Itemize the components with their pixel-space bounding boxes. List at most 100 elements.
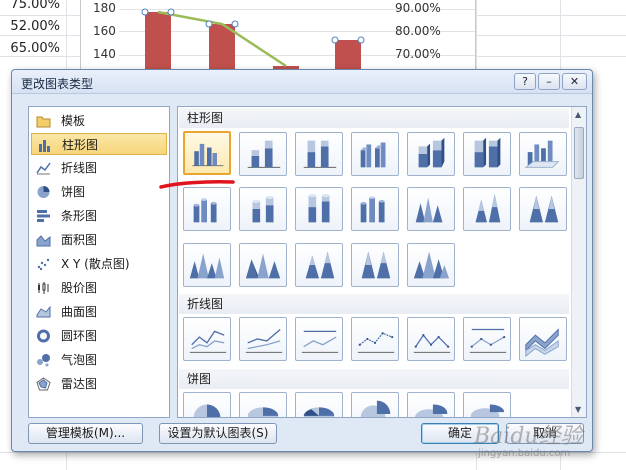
- category-label: 气泡图: [61, 353, 98, 367]
- chart-subtype-3d-stacked-column[interactable]: [407, 132, 455, 176]
- percent-stacked-column-icon: [303, 140, 337, 168]
- dialog-titlebar[interactable]: 更改图表类型 ? – ✕: [12, 70, 592, 94]
- chart-subtype-percent-stacked-cylinder[interactable]: [295, 187, 343, 231]
- stacked-line-with-markers-icon: [413, 334, 451, 353]
- chart-subtype-stacked-cylinder[interactable]: [239, 187, 287, 231]
- scroll-up-icon[interactable]: ▲: [575, 110, 581, 119]
- category-label: 雷达图: [61, 377, 98, 391]
- set-default-chart-button[interactable]: 设置为默认图表(S): [159, 423, 277, 444]
- category-label: 面积图: [61, 233, 98, 247]
- chart-point: [231, 20, 239, 28]
- category-label: 圆环图: [61, 329, 98, 343]
- chart-subtype-percent-stacked-cone[interactable]: [519, 187, 567, 231]
- category-item-area[interactable]: 面积图: [31, 229, 167, 251]
- chart-plot: [141, 8, 365, 70]
- section-heading-column: 柱形图: [179, 108, 569, 128]
- category-label: 柱形图: [62, 138, 99, 152]
- help-button[interactable]: ?: [514, 73, 536, 90]
- chart-point: [141, 8, 149, 16]
- category-item-surface[interactable]: 曲面图: [31, 301, 167, 323]
- chart-subtype-3d-cone[interactable]: [183, 243, 231, 287]
- chart-bar: [145, 12, 171, 70]
- cell-percentage[interactable]: 65.00%: [4, 41, 60, 56]
- 3d-line-icon: [525, 328, 559, 358]
- chart-subtype-exploded-pie[interactable]: [351, 392, 399, 417]
- 3d-pie-icon: [247, 407, 279, 417]
- manage-templates-button[interactable]: 管理模板(M)...: [28, 423, 143, 444]
- chart-subtype-percent-stacked-pyramid[interactable]: [351, 243, 399, 287]
- 3d-column-icon: [524, 140, 560, 168]
- chart-subtype-clustered-pyramid[interactable]: [239, 243, 287, 287]
- chart-subtype-stacked-line[interactable]: [239, 317, 287, 361]
- 3d-cone-icon: [189, 253, 225, 279]
- chart-subtype-pie[interactable]: [183, 392, 231, 417]
- category-item-radar[interactable]: 雷达图: [31, 373, 167, 395]
- close-button[interactable]: ✕: [562, 73, 587, 90]
- section-heading-line: 折线图: [179, 294, 569, 314]
- bubble-chart-icon: [37, 354, 50, 367]
- category-label: 模板: [61, 114, 86, 128]
- stacked-column-icon: [247, 140, 281, 168]
- pie-of-pie-icon: [303, 407, 335, 417]
- category-item-templates[interactable]: 模板: [31, 110, 167, 132]
- chart-subtype-line-with-markers[interactable]: [351, 317, 399, 361]
- chart-subtype-percent-stacked-line[interactable]: [295, 317, 343, 361]
- 3d-percent-stacked-column-icon: [474, 137, 501, 168]
- minimize-button[interactable]: –: [538, 73, 560, 90]
- radar-chart-icon: [36, 377, 51, 391]
- chart-point: [205, 20, 213, 28]
- cell-percentage[interactable]: 75.00%: [4, 0, 60, 12]
- chart-subtype-3d-pyramid[interactable]: [407, 243, 455, 287]
- category-item-column[interactable]: 柱形图: [31, 133, 167, 155]
- annotation-underline: [159, 180, 235, 189]
- chart-point: [357, 36, 365, 44]
- chart-subtype-stacked-cone[interactable]: [463, 187, 511, 231]
- embedded-chart[interactable]: 180 160 140 90.00% 80.00% 70.00%: [80, 0, 476, 70]
- chart-subtype-3d-percent-stacked-column[interactable]: [463, 132, 511, 176]
- 3d-stacked-column-icon: [418, 137, 445, 168]
- chart-subtype-3d-pie[interactable]: [239, 392, 287, 417]
- chart-subtype-clustered-column[interactable]: [183, 131, 231, 175]
- scrollbar-thumb[interactable]: [574, 127, 584, 179]
- chart-subtype-stacked-pyramid[interactable]: [295, 243, 343, 287]
- category-label: 股价图: [61, 281, 98, 295]
- category-item-line[interactable]: 折线图: [31, 157, 167, 179]
- percent-stacked-cylinder-icon: [308, 194, 330, 223]
- chart-subtype-3d-column[interactable]: [519, 132, 567, 176]
- category-label: 饼图: [61, 185, 86, 199]
- category-item-doughnut[interactable]: 圆环图: [31, 325, 167, 347]
- chart-subtype-3d-cylinder[interactable]: [351, 187, 399, 231]
- bar-chart-icon: [37, 210, 50, 222]
- chart-subtype-percent-stacked-line-with-markers[interactable]: [463, 317, 511, 361]
- cell-percentage[interactable]: 52.00%: [4, 19, 60, 34]
- category-item-pie[interactable]: 饼图: [31, 181, 167, 203]
- chart-subtype-stacked-line-with-markers[interactable]: [407, 317, 455, 361]
- gallery-scrollbar[interactable]: ▲ ▼: [571, 107, 586, 417]
- chart-subtype-3d-clustered-column[interactable]: [351, 132, 399, 176]
- chart-subtype-bar-of-pie[interactable]: [407, 392, 455, 417]
- line-with-markers-icon: [357, 332, 395, 353]
- line-icon: [189, 330, 227, 353]
- category-item-stock[interactable]: 股价图: [31, 277, 167, 299]
- chart-subtype-line[interactable]: [183, 317, 231, 361]
- chart-subtype-exploded-3d-pie[interactable]: [463, 392, 511, 417]
- folder-icon: [36, 116, 51, 128]
- scatter-chart-icon: [37, 258, 50, 271]
- chart-subtype-pie-of-pie[interactable]: [295, 392, 343, 417]
- chart-subtype-3d-line[interactable]: [519, 317, 567, 361]
- category-label: X Y (散点图): [61, 257, 130, 271]
- chart-subtype-clustered-cone[interactable]: [407, 187, 455, 231]
- chart-subtype-stacked-column[interactable]: [239, 132, 287, 176]
- category-item-scatter[interactable]: X Y (散点图): [31, 253, 167, 275]
- chart-subtype-percent-stacked-column[interactable]: [295, 132, 343, 176]
- category-label: 条形图: [61, 209, 98, 223]
- 3d-clustered-column-icon: [360, 142, 386, 168]
- chart-point: [167, 8, 175, 16]
- clustered-cylinder-icon: [193, 198, 217, 223]
- scroll-down-icon[interactable]: ▼: [575, 405, 581, 414]
- percent-stacked-line-with-markers-icon: [469, 328, 507, 353]
- category-item-bar[interactable]: 条形图: [31, 205, 167, 227]
- chart-subtype-clustered-cylinder[interactable]: [183, 187, 231, 231]
- category-item-bubble[interactable]: 气泡图: [31, 349, 167, 371]
- surface-chart-icon: [36, 305, 51, 318]
